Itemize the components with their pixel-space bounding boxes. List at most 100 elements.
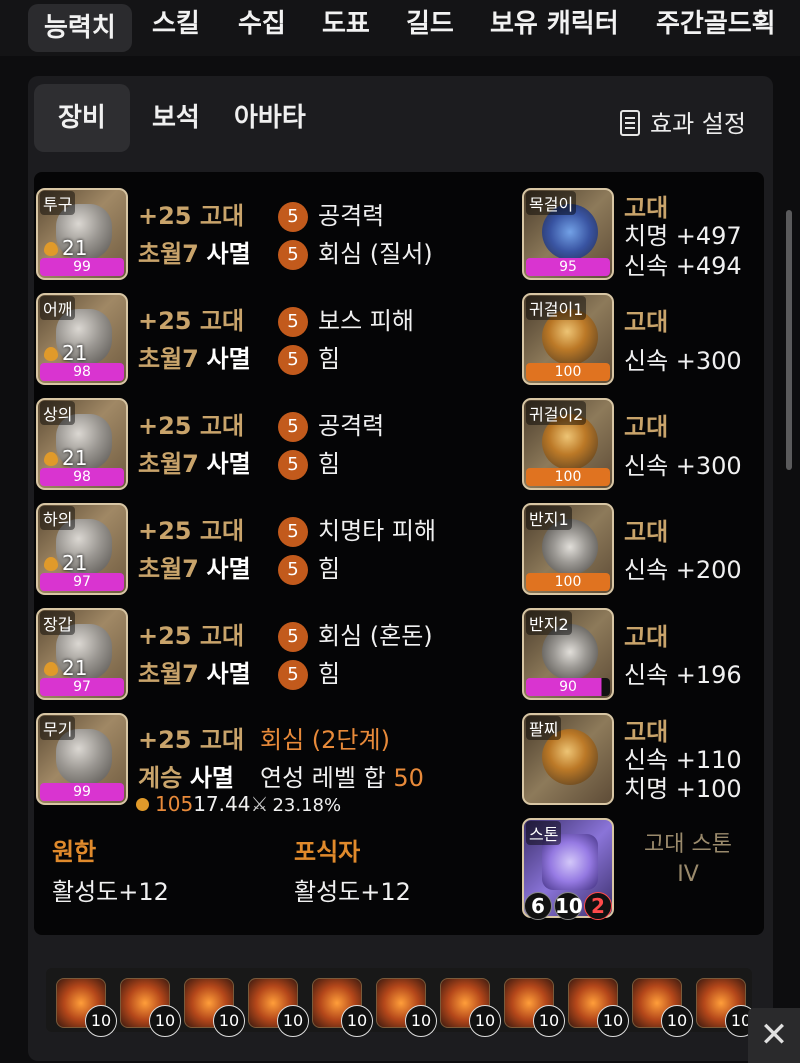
stone-engravings: 6 10 2: [524, 892, 614, 920]
effect-settings-button[interactable]: 효과 설정: [620, 104, 746, 144]
weapon-percent: 23.18%: [272, 795, 342, 816]
bracelet-item-icon[interactable]: 팔찌: [522, 713, 614, 805]
effect-line: 5힘: [278, 549, 340, 585]
accessory-stat: 신속 +200: [624, 556, 742, 584]
shoulder-item-icon[interactable]: 어깨 21 98: [36, 293, 128, 385]
effect-name: 힘: [318, 345, 341, 373]
tab-guild[interactable]: 길드: [406, 0, 454, 48]
gem-item[interactable]: 10: [568, 978, 629, 1037]
level-value: 21: [62, 551, 88, 575]
gem-level: 10: [213, 1005, 245, 1037]
quality-bar: 95: [526, 258, 610, 276]
effect-name: 힘: [318, 450, 341, 478]
gem-item[interactable]: 10: [504, 978, 565, 1037]
tab-stats[interactable]: 능력치: [28, 4, 132, 52]
set-line: 초월7 사멸: [138, 234, 251, 269]
flame-icon: [44, 662, 58, 676]
elixir-sum-label: 연성 레벨 합: [260, 764, 386, 792]
quality-bar: 97: [40, 573, 124, 591]
level-value: 21: [62, 656, 88, 680]
slot-label: 하의: [40, 506, 76, 530]
gem-level: 10: [469, 1005, 501, 1037]
chest-item-icon[interactable]: 상의 21 98: [36, 398, 128, 490]
tab-collection[interactable]: 수집: [238, 0, 286, 48]
set-name: 사멸: [206, 240, 251, 268]
earring2-item-icon[interactable]: 귀걸이2 100: [522, 398, 614, 490]
quality-bar: 90: [526, 678, 610, 696]
effect-level-badge: 5: [278, 202, 308, 232]
ring1-item-icon[interactable]: 반지1 100: [522, 503, 614, 595]
ring2-item-icon[interactable]: 반지2 90: [522, 608, 614, 700]
accessory-stat: 신속 +300: [624, 452, 742, 480]
quality-bar: 100: [526, 363, 610, 381]
quality-bar: 97: [40, 678, 124, 696]
gem-level: 10: [597, 1005, 629, 1037]
level-value: 21: [62, 446, 88, 470]
weapon-level: 105: [155, 792, 194, 816]
item-level: 21: [44, 341, 87, 365]
effect-level-badge: 5: [278, 660, 308, 690]
gem-level: 10: [85, 1005, 117, 1037]
tab-weekly-gold[interactable]: 주간골드획: [656, 0, 776, 48]
effect-level-badge: 5: [278, 555, 308, 585]
slot-label: 반지2: [526, 611, 572, 635]
set-effect-name: 포식자: [294, 838, 361, 866]
pants-item-icon[interactable]: 하의 21 97: [36, 503, 128, 595]
set-line: 초월7 사멸: [138, 654, 251, 689]
effect-name: 공격력: [318, 202, 385, 230]
effect-line: 5힘: [278, 444, 340, 480]
tab-chart[interactable]: 도표: [322, 0, 370, 48]
gem-level: 10: [277, 1005, 309, 1037]
quality-bar: 99: [40, 258, 124, 276]
tab-skills[interactable]: 스킬: [152, 0, 200, 48]
gem-item[interactable]: 10: [56, 978, 117, 1037]
elixir-sum: 연성 레벨 합 50: [260, 758, 424, 793]
set-name: 사멸: [189, 764, 234, 792]
gem-item[interactable]: 10: [120, 978, 181, 1037]
gem-item[interactable]: 10: [440, 978, 501, 1037]
gem-item[interactable]: 10: [312, 978, 373, 1037]
level-value: 21: [62, 341, 88, 365]
stone-name-line1: 고대 스톤: [644, 832, 732, 857]
tab-equipment[interactable]: 장비: [34, 84, 130, 152]
transcend-level: 초월7: [138, 555, 199, 583]
effect-name: 회심 (질서): [318, 240, 433, 268]
accessory-stat: 신속 +300: [624, 347, 742, 375]
effect-name: 치명타 피해: [318, 517, 437, 545]
slot-label: 팔찌: [526, 716, 562, 740]
gem-item[interactable]: 10: [248, 978, 309, 1037]
quality-bar: 98: [40, 363, 124, 381]
effect-line: 5 공격력: [278, 196, 384, 232]
helmet-item-icon[interactable]: 투구 21 99: [36, 188, 128, 280]
weapon-item-icon[interactable]: 무기 99: [36, 713, 128, 805]
set-line: 초월7 사멸: [138, 339, 251, 374]
necklace-item-icon[interactable]: 목걸이 95: [522, 188, 614, 280]
effect-name: 힘: [318, 660, 341, 688]
effect-name: 공격력: [318, 412, 385, 440]
accessory-stat: 신속 +196: [624, 661, 742, 689]
effect-level-badge: 5: [278, 517, 308, 547]
gem-item[interactable]: 10: [632, 978, 693, 1037]
item-level: 21: [44, 656, 87, 680]
effect-level-badge: 5: [278, 450, 308, 480]
tab-avatar[interactable]: 아바타: [234, 84, 306, 152]
crossed-swords-icon: ⚔: [250, 792, 269, 816]
tab-characters[interactable]: 보유 캐릭터: [490, 0, 619, 48]
stone-penalty-value: 2: [584, 892, 612, 920]
set-name: 사멸: [206, 345, 251, 373]
scrollbar[interactable]: [786, 210, 792, 470]
close-icon: ✕: [759, 1015, 789, 1055]
earring1-item-icon[interactable]: 귀걸이1 100: [522, 293, 614, 385]
flame-icon: [136, 798, 149, 811]
gem-level: 10: [661, 1005, 693, 1037]
gloves-item-icon[interactable]: 장갑 21 97: [36, 608, 128, 700]
effect-name: 보스 피해: [318, 307, 414, 335]
grade-line: +25 고대: [138, 412, 245, 440]
slot-label: 귀걸이1: [526, 296, 587, 320]
gem-item[interactable]: 10: [376, 978, 437, 1037]
set-effect-value: 활성도+12: [294, 878, 411, 906]
gem-item[interactable]: 10: [184, 978, 245, 1037]
close-button[interactable]: ✕: [748, 1008, 800, 1063]
gem-item[interactable]: 10: [696, 978, 757, 1037]
tab-gems[interactable]: 보석: [152, 84, 200, 152]
